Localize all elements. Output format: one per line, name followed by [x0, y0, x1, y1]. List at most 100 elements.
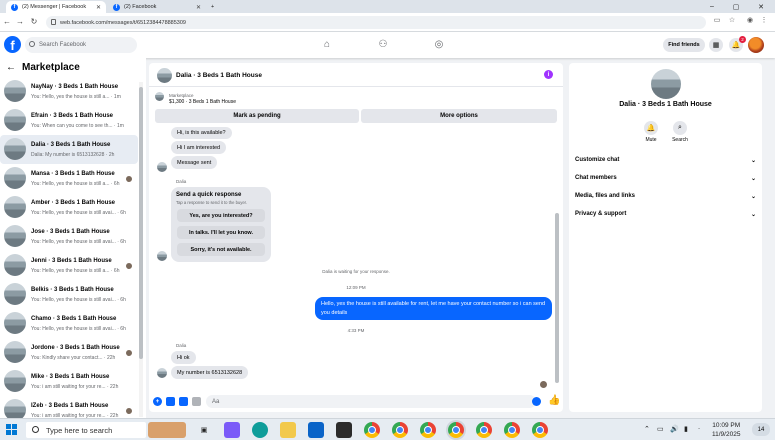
like-button[interactable]: 👍 — [548, 395, 560, 406]
reload-icon[interactable]: ↻ — [29, 17, 39, 26]
outlook-icon[interactable] — [308, 422, 324, 438]
task-view-icon[interactable]: ▣ — [196, 422, 212, 438]
message-input[interactable]: Aa — [206, 395, 536, 408]
conversation-item[interactable]: Jose · 3 Beds 1 Bath House You: Hello, ye… — [0, 222, 138, 251]
tab-facebook[interactable]: f (2) Facebook ✕ — [108, 1, 206, 13]
gif-icon[interactable] — [192, 397, 201, 406]
mark-pending-button[interactable]: Mark as pending — [155, 109, 359, 123]
close-tab-icon[interactable]: ✕ — [96, 4, 101, 11]
network-icon[interactable]: ▭ — [657, 425, 664, 433]
conversation-item[interactable]: Dalia · 3 Beds 1 Bath House Dalia: My num… — [0, 135, 138, 164]
facebook-logo[interactable]: f — [4, 36, 21, 53]
chrome-icon[interactable] — [476, 422, 492, 438]
search-conversation-button[interactable]: ⌕ Search — [665, 121, 695, 143]
chat-members-row[interactable]: Chat members ⌄ — [575, 171, 756, 185]
sticker-icon[interactable] — [179, 397, 188, 406]
notification-center-badge[interactable]: 14 — [752, 423, 770, 436]
cast-icon[interactable]: ▭ — [712, 16, 722, 24]
close-window-button[interactable]: ✕ — [749, 0, 773, 13]
chrome-icon[interactable] — [420, 422, 436, 438]
conversation-item[interactable]: Belkis · 3 Beds 1 Bath House You: Hello, … — [0, 280, 138, 309]
contact-avatar[interactable] — [157, 68, 172, 83]
taskbar-clock[interactable]: 10:09 PM 11/9/2025 — [712, 421, 740, 439]
media-files-row[interactable]: Media, files and links ⌄ — [575, 189, 756, 203]
listing-thumb — [4, 167, 26, 189]
tab-messenger[interactable]: f (2) Messenger | Facebook ✕ — [6, 1, 106, 13]
conversation-item[interactable]: Efrain · 3 Beds 1 Bath House You: When ca… — [0, 106, 138, 135]
contact-name: Dalia · 3 Beds 1 Bath House — [619, 101, 712, 108]
home-icon[interactable]: ⌂ — [321, 39, 333, 51]
conversation-item[interactable]: NayNay · 3 Beds 1 Bath House You: Hello, … — [0, 77, 138, 106]
close-tab-icon[interactable]: ✕ — [196, 4, 201, 11]
store-icon[interactable] — [336, 422, 352, 438]
edge-icon[interactable] — [252, 422, 268, 438]
row-label: Media, files and links — [575, 193, 636, 199]
conversation-item[interactable]: Amber · 3 Beds 1 Bath House You: Hello, y… — [0, 193, 138, 222]
maximize-button[interactable]: ▢ — [724, 0, 748, 13]
chrome-icon[interactable] — [364, 422, 380, 438]
facebook-search-input[interactable]: Search Facebook — [25, 37, 137, 53]
quick-reply-in-talks[interactable]: In talks. I'll let you know. — [177, 226, 265, 239]
conversation-item[interactable]: IZeb · 3 Beds 1 Bath House You: i am stil… — [0, 396, 138, 418]
language-icon[interactable]: ᐧ — [698, 425, 700, 433]
chrome-icon[interactable] — [532, 422, 548, 438]
conversation-preview: Dalia: My number is 6513132628 · 2h — [31, 152, 115, 158]
battery-icon[interactable]: ▮ — [684, 425, 688, 433]
widgets-icon[interactable] — [148, 422, 186, 438]
listing-summary[interactable]: Marketplace $1,300 · 3 Beds 1 Bath House — [149, 89, 563, 107]
outgoing-message: Hello, yes the house is still available … — [315, 297, 552, 320]
gaming-icon[interactable]: ◎ — [433, 39, 445, 51]
contact-avatar-large[interactable] — [651, 69, 681, 99]
quick-reply-sorry[interactable]: Sorry, it's not available. — [177, 243, 265, 256]
conversation-item[interactable]: Chamo · 3 Beds 1 Bath House You: Hello, y… — [0, 309, 138, 338]
chrome-icon[interactable] — [392, 422, 408, 438]
listing-thumb — [4, 370, 26, 392]
back-arrow-icon[interactable]: ← — [6, 62, 16, 73]
forward-icon[interactable]: → — [15, 17, 25, 26]
file-explorer-icon[interactable] — [280, 422, 296, 438]
volume-icon[interactable]: 🔊 — [670, 425, 679, 433]
chevron-up-icon[interactable]: ⌃ — [644, 425, 650, 433]
minimize-button[interactable]: – — [700, 0, 724, 13]
row-label: Customize chat — [575, 157, 620, 163]
windows-taskbar: Type here to search ▣ ⌃ ▭ 🔊 ▮ ᐧ 10:09 PM… — [0, 418, 775, 440]
emoji-icon[interactable] — [532, 397, 541, 406]
account-avatar[interactable] — [748, 37, 764, 53]
more-options-button[interactable]: More options — [361, 109, 557, 123]
message-bubble: Hi I am interested — [171, 141, 227, 154]
site-info-icon[interactable] — [51, 19, 56, 25]
back-icon[interactable]: ← — [2, 17, 12, 26]
new-tab-button[interactable]: + — [206, 1, 220, 13]
plus-icon[interactable]: + — [153, 397, 162, 406]
conversation-item[interactable]: Mike · 3 Beds 1 Bath House You: i am stil… — [0, 367, 138, 396]
conversation-item[interactable]: Jordone · 3 Beds 1 Bath House You: Kindly… — [0, 338, 138, 367]
mute-button[interactable]: 🔔 Mute — [636, 121, 666, 143]
groups-icon[interactable]: ⚇ — [377, 39, 389, 51]
list-scrollbar[interactable] — [139, 82, 143, 417]
find-friends-button[interactable]: Find friends — [663, 38, 705, 52]
chat-scrollbar[interactable] — [555, 213, 559, 383]
menu-dots-icon[interactable]: ⋮ — [759, 16, 769, 24]
privacy-support-row[interactable]: Privacy & support ⌄ — [575, 207, 756, 221]
chrome-icon[interactable] — [448, 422, 464, 438]
info-icon[interactable]: i — [544, 70, 553, 79]
notifications-bell-icon[interactable]: 🔔 2 — [729, 36, 746, 52]
gallery-icon[interactable] — [166, 397, 175, 406]
customize-chat-row[interactable]: Customize chat ⌄ — [575, 153, 756, 167]
conversation-item[interactable]: Mansa · 3 Beds 1 Bath House You: Hello, y… — [0, 164, 138, 193]
seen-avatar — [126, 350, 132, 356]
profile-icon[interactable]: ◉ — [745, 16, 755, 24]
tab-label: (2) Facebook — [124, 4, 157, 10]
address-bar-row: ← → ↻ web.facebook.com/messages/t/651238… — [0, 13, 775, 32]
quick-reply-yes[interactable]: Yes, are you interested? — [177, 209, 265, 222]
copilot-icon[interactable] — [224, 422, 240, 438]
conversation-item[interactable]: Jenni · 3 Beds 1 Bath House You: Hello, y… — [0, 251, 138, 280]
chat-title[interactable]: Dalia · 3 Beds 1 Bath House — [176, 72, 262, 79]
url-field[interactable]: web.facebook.com/messages/t/651238447888… — [46, 16, 706, 29]
bookmark-star-icon[interactable]: ☆ — [727, 16, 737, 24]
taskbar-search-input[interactable]: Type here to search — [26, 422, 146, 438]
windows-start-icon[interactable] — [6, 424, 17, 435]
scrollbar-thumb[interactable] — [139, 87, 143, 359]
chrome-icon[interactable] — [504, 422, 520, 438]
menu-grid-icon[interactable]: ▦ — [709, 38, 723, 52]
